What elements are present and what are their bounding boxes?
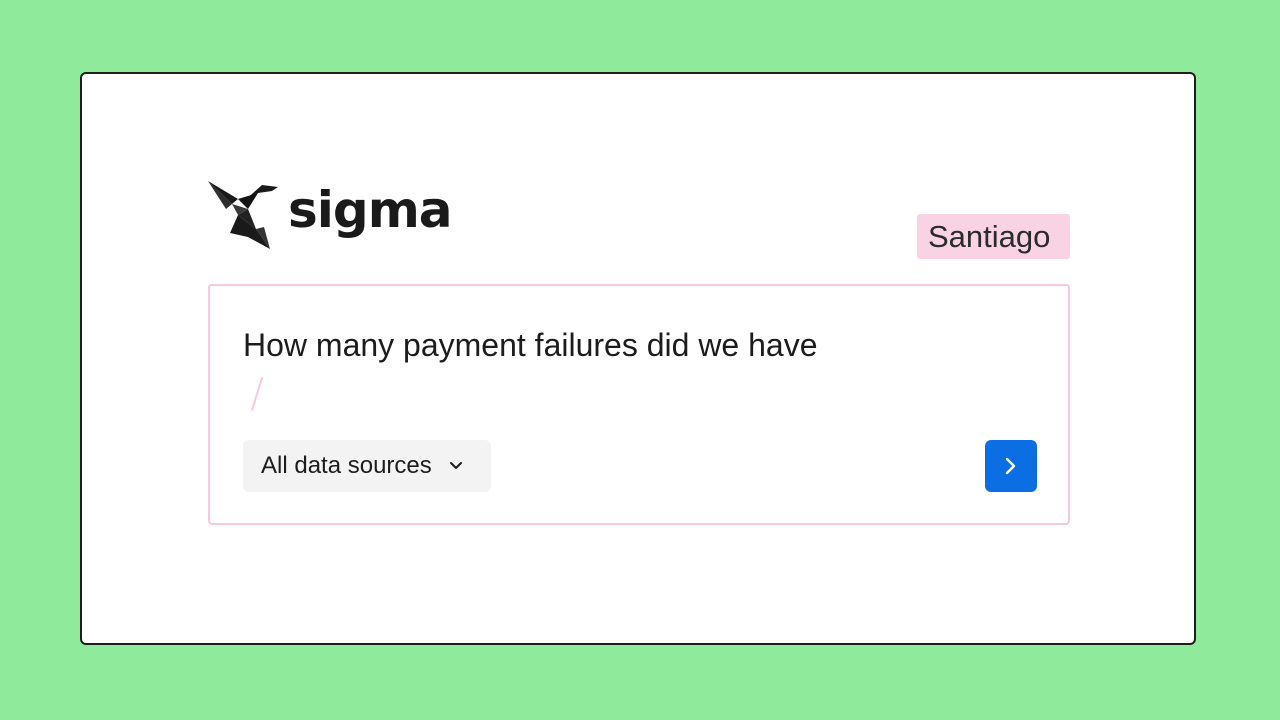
text-cursor-icon bbox=[251, 377, 263, 411]
submit-question-button[interactable] bbox=[985, 440, 1037, 492]
chevron-down-icon bbox=[448, 458, 464, 474]
brand-wordmark: sigma bbox=[288, 181, 453, 239]
chevron-right-icon bbox=[1005, 457, 1016, 475]
sigma-bird-icon bbox=[208, 181, 278, 249]
question-input[interactable]: How many payment failures did we have bbox=[243, 326, 818, 364]
data-source-label: All data sources bbox=[261, 452, 432, 479]
user-name-badge: Santiago bbox=[917, 214, 1070, 259]
ask-question-card: How many payment failures did we have Al… bbox=[208, 284, 1070, 525]
data-source-dropdown[interactable]: All data sources bbox=[243, 440, 491, 492]
sigma-logo: sigma bbox=[208, 178, 453, 250]
